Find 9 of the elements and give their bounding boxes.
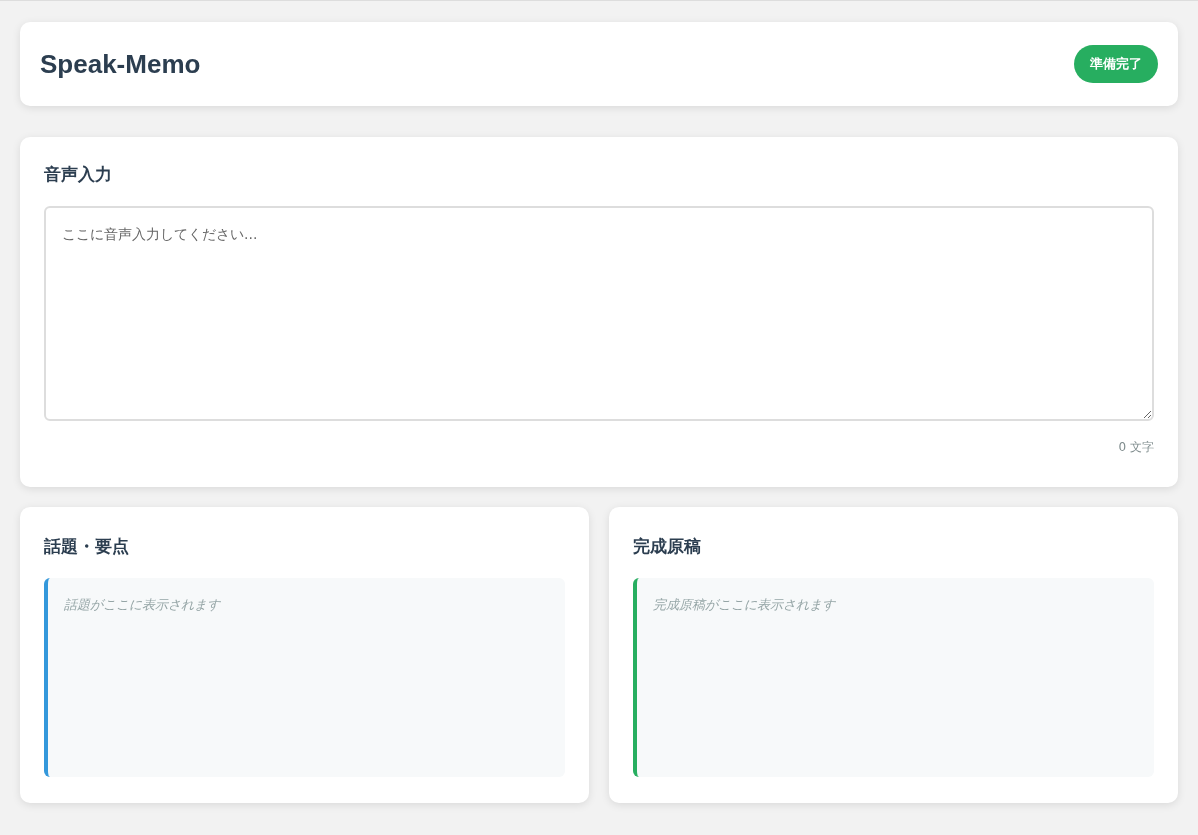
char-count: 0 文字: [1118, 439, 1154, 456]
panel-title: 完成原稿: [633, 535, 702, 558]
app-title: Speak-Memo: [40, 48, 201, 80]
voice-input-field[interactable]: ここに音声入力してください...: [44, 206, 1154, 421]
section-title: 音声入力: [44, 163, 113, 186]
output-field: 話題がここに表示されます: [44, 578, 565, 777]
output-field: 完成原稿がここに表示されます: [633, 578, 1154, 777]
panel-title: 話題・要点: [44, 535, 130, 558]
status-badge: 準備完了: [1074, 45, 1158, 83]
